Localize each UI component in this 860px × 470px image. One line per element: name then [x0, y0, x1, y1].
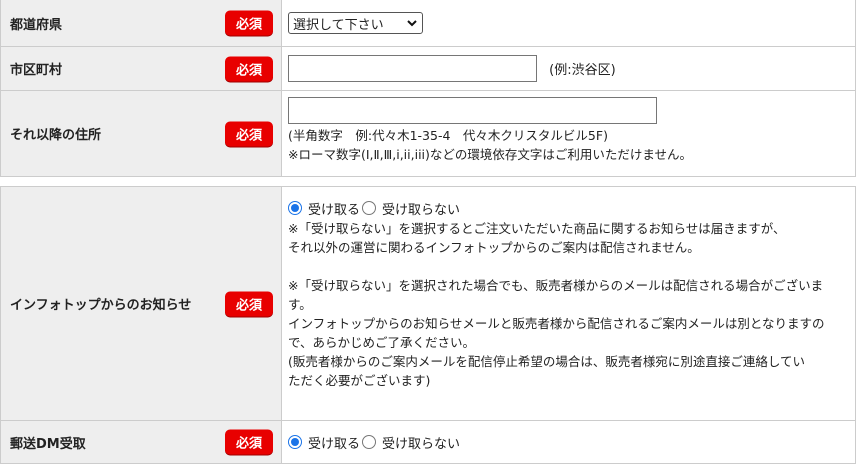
prefecture-label-cell: 都道府県 必須 [0, 0, 282, 47]
infotop-decline-label[interactable]: 受け取らない [382, 199, 460, 218]
street-field-cell: (半角数字 例:代々木1-35-4 代々木クリスタルビル5F) ※ローマ数字(Ⅰ… [281, 90, 856, 177]
street-label: それ以降の住所 [10, 128, 102, 143]
street-input[interactable] [288, 97, 657, 124]
city-label: 市区町村 [10, 63, 63, 78]
city-field-cell: (例:渋谷区) [281, 46, 856, 91]
infotop-note-line: ただく必要がございます) [288, 373, 431, 388]
infotop-note-blank [288, 257, 855, 276]
street-hint-1: (半角数字 例:代々木1-35-4 代々木クリスタルビル5F) [288, 128, 608, 143]
dm-label: 郵送DM受取 [10, 436, 86, 452]
notification-table: インフォトップからのお知らせ 必須 受け取る 受け取らない ※「受け取らない」を… [0, 186, 856, 464]
row-street: それ以降の住所 必須 (半角数字 例:代々木1-35-4 代々木クリスタルビル5… [0, 90, 856, 177]
required-badge: 必須 [225, 56, 273, 81]
infotop-note-line: ※「受け取らない」を選択された場合でも、販売者様からのメールは配信される場合がご… [288, 278, 824, 293]
dm-radio-group: 受け取る 受け取らない [288, 433, 855, 452]
infotop-note-line: で、あらかじめご了承ください。 [288, 335, 476, 350]
infotop-notes: ※「受け取らない」を選択するとご注文いただいた商品に関するお知らせは届きますが、… [288, 219, 855, 390]
infotop-note-line: ※「受け取らない」を選択するとご注文いただいた商品に関するお知らせは届きますが、 [288, 221, 786, 236]
dm-field-cell: 受け取る 受け取らない [281, 420, 856, 464]
infotop-label: インフォトップからのお知らせ [10, 298, 192, 313]
street-label-cell: それ以降の住所 必須 [0, 90, 282, 177]
row-dm: 郵送DM受取 必須 受け取る 受け取らない [0, 420, 856, 464]
dm-label-cell: 郵送DM受取 必須 [0, 420, 282, 464]
infotop-note-line: インフォトップからのお知らせメールと販売者様から配信されるご案内メールは別となり… [288, 316, 825, 331]
city-label-cell: 市区町村 必須 [0, 46, 282, 91]
prefecture-select-value: 選択して下さい [293, 17, 384, 33]
required-badge: 必須 [225, 121, 273, 146]
city-hint: (例:渋谷区) [549, 63, 616, 78]
infotop-receive-radio[interactable] [288, 201, 302, 215]
infotop-note-line: (販売者様からのご案内メールを配信停止希望の場合は、販売者様宛に別途直接ご連絡し… [288, 354, 806, 369]
dm-decline-radio[interactable] [362, 435, 377, 449]
infotop-note-line: す。 [288, 297, 312, 312]
required-badge: 必須 [225, 291, 273, 316]
city-input[interactable] [288, 55, 537, 82]
address-table: 都道府県 必須 選択して下さい 市区町村 必須 (例:渋谷区) それ以降の住所 … [0, 0, 856, 177]
dm-decline-label[interactable]: 受け取らない [382, 433, 460, 452]
street-hint-2: ※ローマ数字(Ⅰ,Ⅱ,Ⅲ,i,ii,iii)などの環境依存文字はご利用いただけま… [288, 147, 693, 162]
chevron-down-icon [407, 20, 417, 27]
infotop-label-cell: インフォトップからのお知らせ 必須 [0, 186, 282, 421]
infotop-decline-radio[interactable] [362, 201, 377, 215]
infotop-note-line: それ以外の運営に関わるインフォトップからのご案内は配信されません。 [288, 240, 700, 255]
prefecture-field-cell: 選択して下さい [281, 0, 856, 47]
infotop-receive-label[interactable]: 受け取る [308, 199, 360, 218]
row-infotop: インフォトップからのお知らせ 必須 受け取る 受け取らない ※「受け取らない」を… [0, 186, 856, 421]
prefecture-label: 都道府県 [10, 17, 63, 33]
infotop-radio-group: 受け取る 受け取らない [288, 199, 855, 218]
row-prefecture: 都道府県 必須 選択して下さい [0, 0, 856, 47]
required-badge: 必須 [225, 10, 273, 36]
required-badge: 必須 [225, 429, 273, 455]
dm-receive-label[interactable]: 受け取る [308, 433, 360, 452]
prefecture-select[interactable]: 選択して下さい [288, 12, 423, 34]
infotop-field-cell: 受け取る 受け取らない ※「受け取らない」を選択するとご注文いただいた商品に関す… [281, 186, 856, 421]
row-city: 市区町村 必須 (例:渋谷区) [0, 46, 856, 91]
dm-receive-radio[interactable] [288, 435, 302, 449]
